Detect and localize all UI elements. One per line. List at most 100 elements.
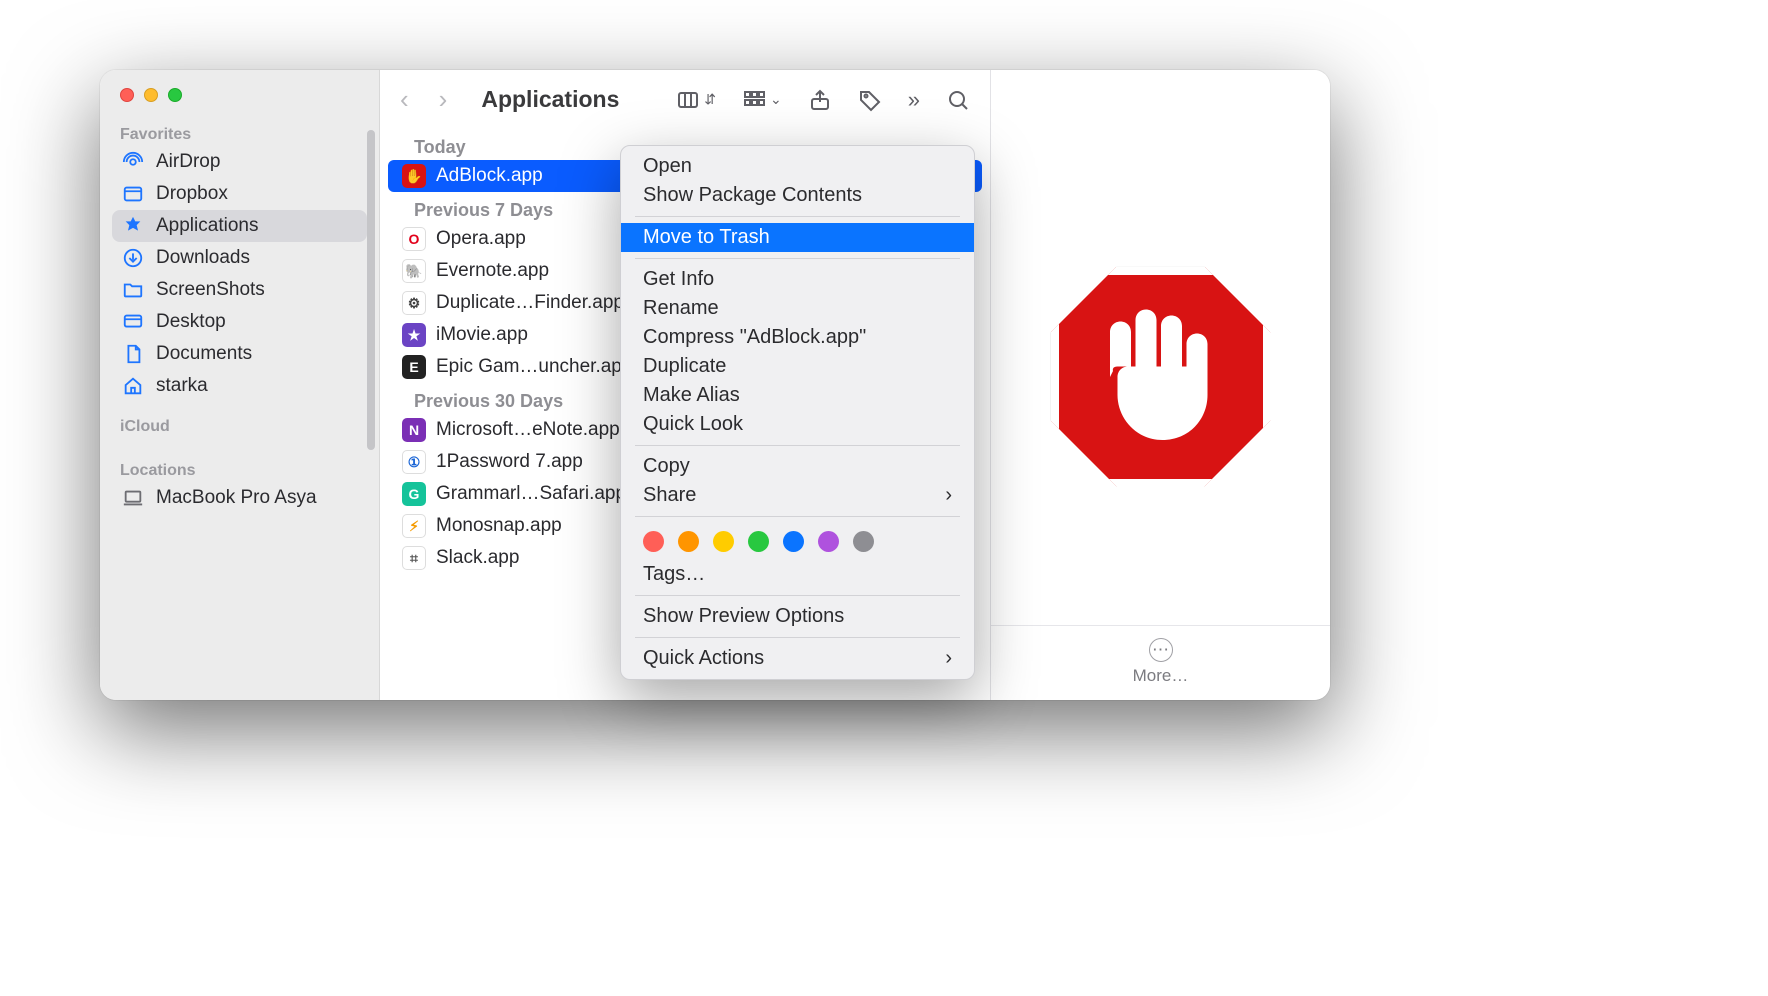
sidebar-item-label: Downloads bbox=[156, 247, 250, 269]
sidebar-item-home[interactable]: starka bbox=[112, 370, 367, 402]
ctx-separator bbox=[635, 595, 960, 596]
zoom-window-button[interactable] bbox=[168, 88, 182, 102]
ctx-make-alias[interactable]: Make Alias bbox=[621, 381, 974, 410]
sidebar-item-label: Dropbox bbox=[156, 183, 228, 205]
sidebar-item-label: Desktop bbox=[156, 311, 226, 333]
hand-icon bbox=[1086, 299, 1236, 454]
tag-red[interactable] bbox=[643, 531, 664, 552]
sidebar-item-label: starka bbox=[156, 375, 208, 397]
share-button[interactable] bbox=[808, 88, 832, 112]
tag-blue[interactable] bbox=[783, 531, 804, 552]
ctx-tags[interactable]: Tags… bbox=[621, 560, 974, 589]
ctx-get-info[interactable]: Get Info bbox=[621, 265, 974, 294]
tag-green[interactable] bbox=[748, 531, 769, 552]
ctx-quick-actions[interactable]: Quick Actions› bbox=[621, 644, 974, 673]
folder-icon bbox=[122, 279, 144, 301]
file-name: Slack.app bbox=[436, 547, 519, 569]
tag-purple[interactable] bbox=[818, 531, 839, 552]
sidebar-group-favorites: Favorites bbox=[100, 120, 379, 146]
sidebar-item-label: MacBook Pro Asya bbox=[156, 487, 317, 509]
1password-icon: ① bbox=[402, 450, 426, 474]
sidebar: Favorites AirDrop Dropbox Applications D… bbox=[100, 70, 380, 700]
sidebar-item-label: Applications bbox=[156, 215, 258, 237]
file-name: Grammarl…Safari.app bbox=[436, 483, 626, 505]
updown-chevron-icon: ⇵ bbox=[704, 91, 716, 108]
tags-button[interactable] bbox=[858, 88, 882, 112]
ctx-rename[interactable]: Rename bbox=[621, 294, 974, 323]
grammarly-icon: G bbox=[402, 482, 426, 506]
download-icon bbox=[122, 247, 144, 269]
ctx-tag-colors bbox=[621, 523, 974, 560]
ctx-separator bbox=[635, 216, 960, 217]
box-icon bbox=[122, 183, 144, 205]
sidebar-item-airdrop[interactable]: AirDrop bbox=[112, 146, 367, 178]
document-icon bbox=[122, 343, 144, 365]
chevron-down-icon: ⌄ bbox=[770, 91, 782, 108]
onenote-icon: N bbox=[402, 418, 426, 442]
ctx-quick-look[interactable]: Quick Look bbox=[621, 410, 974, 439]
forward-button[interactable]: › bbox=[433, 84, 454, 115]
ctx-move-to-trash[interactable]: Move to Trash bbox=[621, 223, 974, 252]
ctx-copy[interactable]: Copy bbox=[621, 452, 974, 481]
file-name: Duplicate…Finder.app bbox=[436, 292, 624, 314]
close-window-button[interactable] bbox=[120, 88, 134, 102]
ctx-show-package[interactable]: Show Package Contents bbox=[621, 181, 974, 210]
file-name: AdBlock.app bbox=[436, 165, 543, 187]
sidebar-group-locations: Locations bbox=[100, 456, 379, 482]
view-mode-columns-button[interactable]: ⇵ bbox=[676, 88, 716, 112]
sidebar-item-documents[interactable]: Documents bbox=[112, 338, 367, 370]
more-icon: ⋯ bbox=[1149, 638, 1173, 662]
ctx-compress[interactable]: Compress "AdBlock.app" bbox=[621, 323, 974, 352]
imovie-icon: ★ bbox=[402, 323, 426, 347]
chevron-right-icon: › bbox=[945, 484, 952, 507]
search-button[interactable] bbox=[946, 88, 970, 112]
sidebar-item-downloads[interactable]: Downloads bbox=[112, 242, 367, 274]
home-icon bbox=[122, 375, 144, 397]
sidebar-scrollbar[interactable] bbox=[367, 130, 375, 450]
tag-gray[interactable] bbox=[853, 531, 874, 552]
ctx-separator bbox=[635, 637, 960, 638]
laptop-icon bbox=[122, 487, 144, 509]
file-name: Opera.app bbox=[436, 228, 526, 250]
sidebar-item-screenshots[interactable]: ScreenShots bbox=[112, 274, 367, 306]
tag-yellow[interactable] bbox=[713, 531, 734, 552]
opera-icon: O bbox=[402, 227, 426, 251]
preview-more[interactable]: ⋯ More… bbox=[991, 625, 1330, 700]
sidebar-item-desktop[interactable]: Desktop bbox=[112, 306, 367, 338]
ctx-separator bbox=[635, 445, 960, 446]
ctx-duplicate[interactable]: Duplicate bbox=[621, 352, 974, 381]
duplicatefinder-icon: ⚙︎ bbox=[402, 291, 426, 315]
sidebar-item-dropbox[interactable]: Dropbox bbox=[112, 178, 367, 210]
more-label: More… bbox=[1133, 666, 1189, 686]
preview-pane: ⋯ More… bbox=[990, 70, 1330, 700]
sidebar-item-this-mac[interactable]: MacBook Pro Asya bbox=[112, 482, 367, 514]
ctx-separator bbox=[635, 516, 960, 517]
minimize-window-button[interactable] bbox=[144, 88, 158, 102]
ctx-open[interactable]: Open bbox=[621, 152, 974, 181]
ctx-preview-options[interactable]: Show Preview Options bbox=[621, 602, 974, 631]
applications-icon bbox=[122, 215, 144, 237]
overflow-button[interactable]: » bbox=[908, 87, 920, 113]
sidebar-group-icloud: iCloud bbox=[100, 412, 379, 438]
window-title: Applications bbox=[481, 86, 619, 113]
finder-window: Favorites AirDrop Dropbox Applications D… bbox=[100, 70, 1330, 700]
context-menu: Open Show Package Contents Move to Trash… bbox=[620, 145, 975, 680]
adblock-preview-icon bbox=[1051, 267, 1271, 487]
airdrop-icon bbox=[122, 151, 144, 173]
tag-orange[interactable] bbox=[678, 531, 699, 552]
window-controls bbox=[100, 88, 379, 120]
file-name: Microsoft…eNote.app bbox=[436, 419, 620, 441]
toolbar-right: ⇵ ⌄ » bbox=[676, 87, 970, 113]
group-by-button[interactable]: ⌄ bbox=[742, 88, 782, 112]
file-name: 1Password 7.app bbox=[436, 451, 583, 473]
ctx-share[interactable]: Share› bbox=[621, 481, 974, 510]
ctx-separator bbox=[635, 258, 960, 259]
back-button[interactable]: ‹ bbox=[394, 84, 415, 115]
file-name: iMovie.app bbox=[436, 324, 528, 346]
sidebar-item-label: Documents bbox=[156, 343, 252, 365]
evernote-icon: 🐘 bbox=[402, 259, 426, 283]
chevron-right-icon: › bbox=[945, 647, 952, 670]
slack-icon: ⌗ bbox=[402, 546, 426, 570]
sidebar-item-applications[interactable]: Applications bbox=[112, 210, 367, 242]
file-name: Epic Gam…uncher.app bbox=[436, 356, 632, 378]
